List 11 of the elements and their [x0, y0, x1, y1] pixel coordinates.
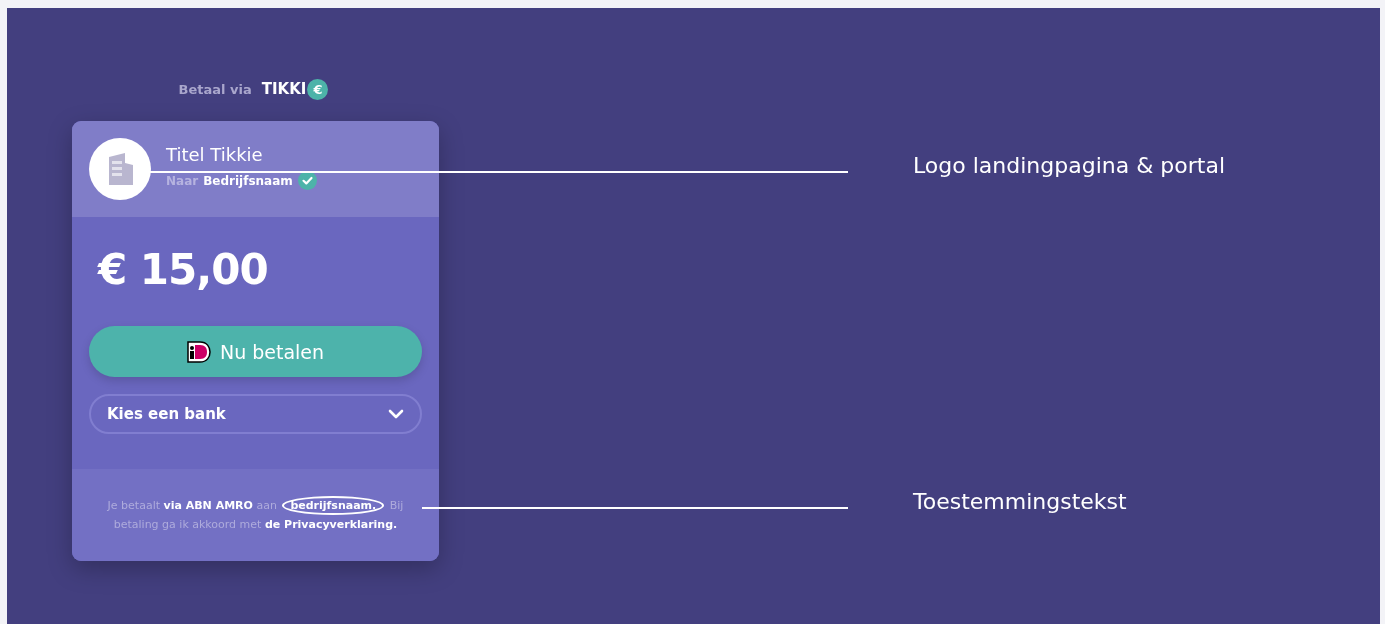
- brand-logo: TIKKI €: [261, 78, 329, 100]
- bank-select[interactable]: Kies een bank: [89, 394, 422, 434]
- ideal-icon: [186, 340, 211, 363]
- annotation-label: Toestemmingstekst: [913, 489, 1127, 514]
- annotation-label: Logo landingpagina & portal: [913, 153, 1226, 178]
- recipient-name: Bedrijfsnaam: [203, 173, 293, 188]
- tikkie-title: Titel Tikkie: [166, 144, 264, 165]
- pay-button[interactable]: Nu betalen: [89, 326, 422, 377]
- amount: € 15,00: [98, 245, 269, 296]
- pay-via-label: Betaal via: [178, 81, 252, 97]
- chevron-down-icon: [388, 409, 404, 419]
